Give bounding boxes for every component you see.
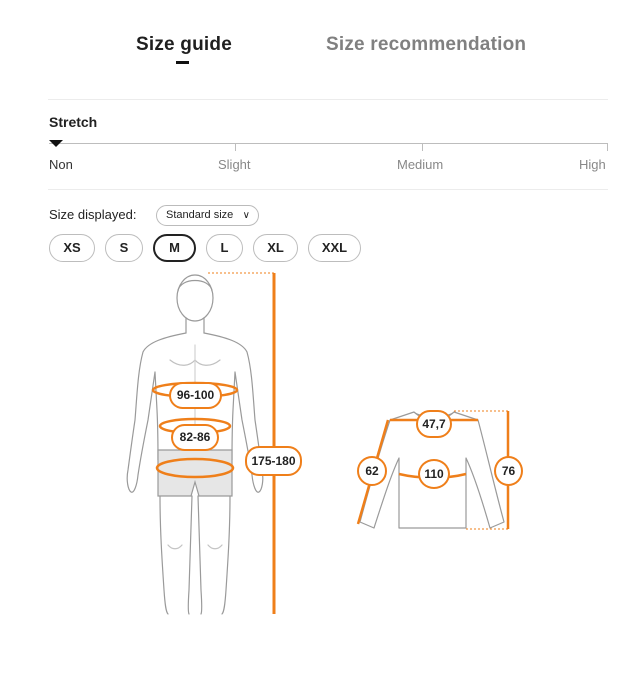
measurement-illustration: [126, 272, 510, 615]
sleeve-measurement-label: 62: [357, 456, 387, 486]
garment-length-measurement-label: 76: [494, 456, 523, 486]
underwear-icon: [157, 449, 233, 497]
waist-measurement-label: 82-86: [171, 424, 219, 451]
chest-measurement-label: 96-100: [169, 382, 222, 409]
garment-chest-measurement-label: 110: [418, 459, 450, 489]
height-measurement-label: 175-180: [245, 446, 302, 476]
shoulder-measurement-label: 47,7: [416, 410, 452, 438]
